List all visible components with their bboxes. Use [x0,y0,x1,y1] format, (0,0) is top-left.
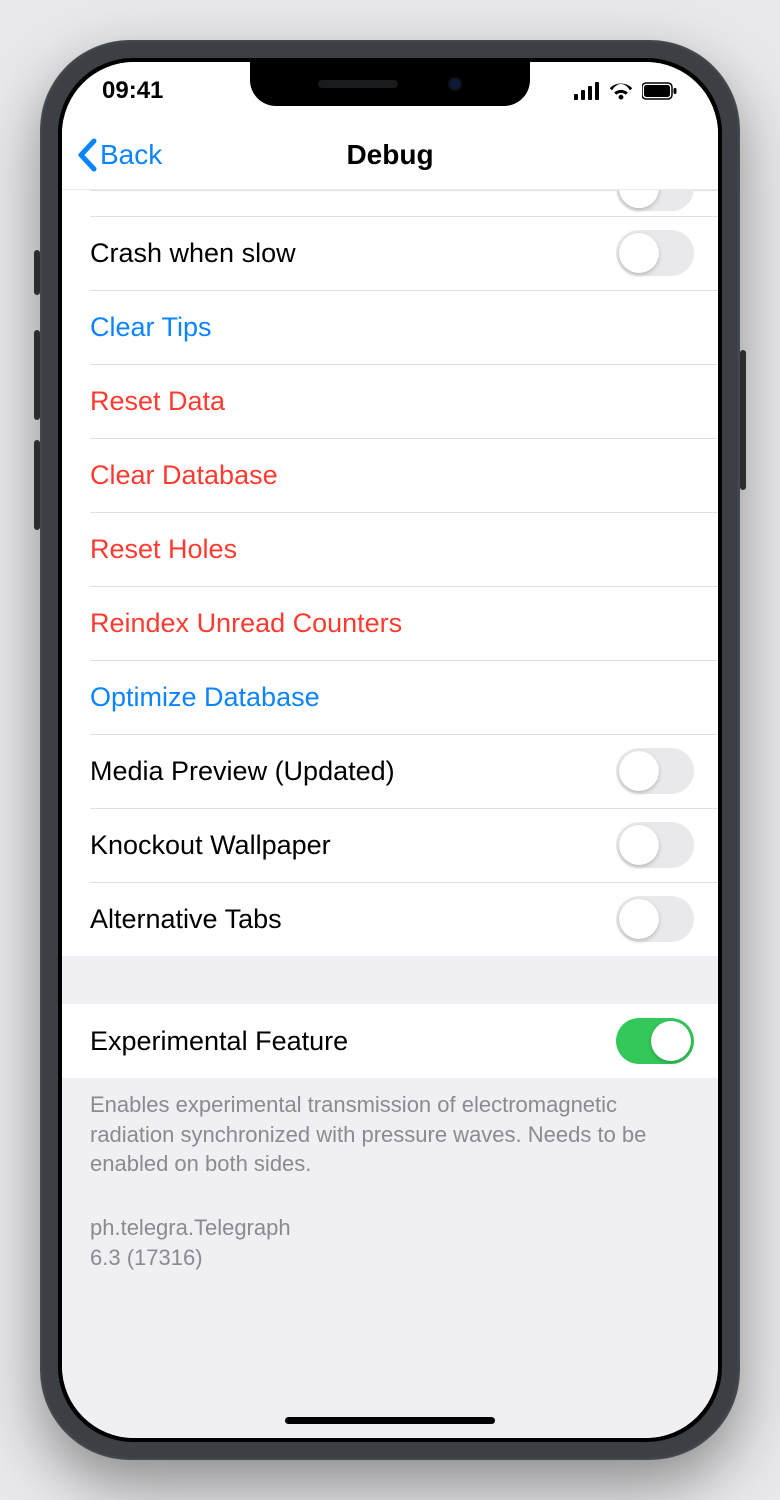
row-label: Reindex Unread Counters [90,608,402,639]
row-reset-holes[interactable]: Reset Holes [62,512,718,586]
row-knockout-wallpaper[interactable]: Knockout Wallpaper [62,808,718,882]
row-optimize-database[interactable]: Optimize Database [62,660,718,734]
footer-meta: ph.telegra.Telegraph 6.3 (17316) [62,1185,718,1282]
wifi-icon [608,82,634,100]
row-experimental-feature[interactable]: Experimental Feature [62,1004,718,1078]
row-label: Experimental Feature [90,1026,348,1057]
row-label: Reset Holes [90,534,237,565]
notch [250,62,530,106]
content[interactable]: Crash when slow Clear Tips Reset Data Cl… [62,190,718,1438]
row-label: Crash when slow [90,238,296,269]
power-button[interactable] [740,350,746,490]
front-camera [448,77,462,91]
row-crash-when-slow[interactable]: Crash when slow [62,216,718,290]
volume-up-button[interactable] [34,330,40,420]
screen: 09:41 [62,62,718,1438]
row-reindex-unread[interactable]: Reindex Unread Counters [62,586,718,660]
row-clear-tips[interactable]: Clear Tips [62,290,718,364]
row-label: Optimize Database [90,682,320,713]
volume-down-button[interactable] [34,440,40,530]
row-label: Knockout Wallpaper [90,830,331,861]
switch-alternative-tabs[interactable] [616,896,694,942]
section-main: Crash when slow Clear Tips Reset Data Cl… [62,190,718,956]
row-label: Reset Data [90,386,225,417]
row-media-preview[interactable]: Media Preview (Updated) [62,734,718,808]
footer-description: Enables experimental transmission of ele… [62,1078,718,1185]
app-version: 6.3 (17316) [90,1243,690,1273]
speaker-grill [318,80,398,88]
row-reset-data[interactable]: Reset Data [62,364,718,438]
switch-experimental[interactable] [616,1018,694,1064]
section-experimental: Experimental Feature [62,1004,718,1078]
mute-switch[interactable] [34,250,40,295]
row-partial-previous[interactable] [62,190,718,216]
bundle-id: ph.telegra.Telegraph [90,1213,690,1243]
status-time: 09:41 [102,77,163,105]
chevron-left-icon [76,138,98,172]
home-indicator[interactable] [285,1417,495,1424]
row-clear-database[interactable]: Clear Database [62,438,718,512]
row-label: Media Preview (Updated) [90,756,395,787]
status-indicators [574,82,678,100]
section-gap [62,956,718,1004]
row-alternative-tabs[interactable]: Alternative Tabs [62,882,718,956]
cellular-icon [574,82,600,100]
nav-bar: Back Debug [62,120,718,190]
back-label: Back [100,139,162,171]
device-bezel: 09:41 [58,58,722,1442]
row-label: Clear Database [90,460,278,491]
switch-previous[interactable] [616,190,694,211]
switch-media-preview[interactable] [616,748,694,794]
device-frame: 09:41 [40,40,740,1460]
switch-crash-when-slow[interactable] [616,230,694,276]
row-label: Alternative Tabs [90,904,282,935]
row-label: Clear Tips [90,312,212,343]
switch-knockout-wallpaper[interactable] [616,822,694,868]
battery-icon [642,82,678,100]
back-button[interactable]: Back [62,138,162,172]
